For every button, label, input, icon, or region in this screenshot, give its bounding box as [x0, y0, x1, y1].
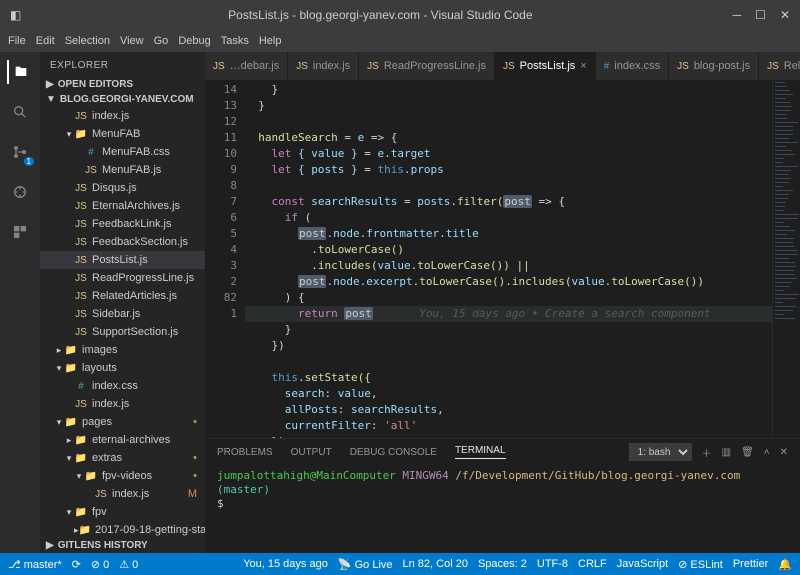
status-warnings[interactable]: ⚠ 0 — [119, 558, 138, 571]
status-branch[interactable]: ⎇ master* — [8, 558, 62, 571]
tree-item[interactable]: JSPostsList.js — [40, 251, 205, 269]
close-panel-icon[interactable]: ✕ — [780, 447, 788, 458]
menu-debug[interactable]: Debug — [178, 35, 210, 47]
maximize-icon[interactable]: ☐ — [755, 8, 766, 22]
tree-item[interactable]: JSSupportSection.js — [40, 323, 205, 341]
maximize-panel-icon[interactable]: ˄ — [764, 447, 770, 458]
menu-tasks[interactable]: Tasks — [221, 35, 249, 47]
tree-item[interactable]: JSFeedbackLink.js — [40, 215, 205, 233]
menu-go[interactable]: Go — [154, 35, 169, 47]
terminal[interactable]: jumpalottahigh@MainComputer MINGW64 /f/D… — [205, 465, 800, 553]
tree-item[interactable]: JSSidebar.js — [40, 305, 205, 323]
tree-item[interactable]: JSFeedbackSection.js — [40, 233, 205, 251]
tree-item[interactable]: ▸📁images — [40, 341, 205, 359]
new-terminal-icon[interactable]: ＋ — [702, 445, 712, 460]
status-indent[interactable]: Spaces: 2 — [478, 558, 527, 571]
menu-edit[interactable]: Edit — [36, 35, 55, 47]
status-sync[interactable]: ⟳ — [72, 558, 81, 571]
sidebar: EXPLORER ▶OPEN EDITORS ▼BLOG.GEORGI-YANE… — [40, 52, 205, 553]
tree-item[interactable]: ▾📁extras• — [40, 449, 205, 467]
editor-tab[interactable]: JSReadProgressLine.js — [359, 52, 495, 80]
menu-view[interactable]: View — [120, 35, 144, 47]
titlebar: ◧ PostsList.js - blog.georgi-yanev.com -… — [0, 0, 800, 30]
status-golive[interactable]: 📡 Go Live — [338, 558, 393, 571]
panel: PROBLEMS OUTPUT DEBUG CONSOLE TERMINAL 1: b… — [205, 438, 800, 553]
code-content[interactable]: } } handleSearch = e => { let { value } … — [245, 80, 772, 438]
tree-item[interactable]: JSindex.js — [40, 107, 205, 125]
section-gitlens[interactable]: ▶GITLENS HISTORY — [40, 538, 205, 553]
editor-area: JS…debar.jsJSindex.jsJSReadProgressLine.… — [205, 52, 800, 553]
editor-tabs: JS…debar.jsJSindex.jsJSReadProgressLine.… — [205, 52, 800, 80]
tree-item[interactable]: ▾📁pages• — [40, 413, 205, 431]
menu-help[interactable]: Help — [259, 35, 282, 47]
tree-item[interactable]: ▾📁MenuFAB — [40, 125, 205, 143]
editor-tab[interactable]: JS…debar.js — [205, 52, 288, 80]
editor-tab[interactable]: JSblog-post.js — [669, 52, 759, 80]
line-gutter: 141312111098765432821 — [205, 80, 245, 438]
tree-item[interactable]: JSindex.js — [40, 395, 205, 413]
split-terminal-icon[interactable]: ▥ — [722, 447, 731, 458]
window-title: PostsList.js - blog.georgi-yanev.com - V… — [28, 8, 733, 22]
extensions-icon[interactable] — [8, 220, 32, 244]
status-errors[interactable]: ⊘ 0 — [91, 558, 109, 571]
panel-tab-debug-console[interactable]: DEBUG CONSOLE — [350, 447, 437, 458]
tree-item[interactable]: ▾📁fpv-videos• — [40, 467, 205, 485]
status-language[interactable]: JavaScript — [617, 558, 668, 571]
tree-item[interactable]: ▾📁fpv — [40, 503, 205, 521]
menu-selection[interactable]: Selection — [65, 35, 110, 47]
status-eslint[interactable]: ⊘ ESLint — [678, 558, 723, 571]
panel-tab-problems[interactable]: PROBLEMS — [217, 447, 273, 458]
file-tree: JSindex.js▾📁MenuFAB#MenuFAB.cssJSMenuFAB… — [40, 107, 205, 538]
tree-item[interactable]: JSindex.jsM — [40, 485, 205, 503]
menubar: File Edit Selection View Go Debug Tasks Help — [0, 30, 800, 52]
menu-file[interactable]: File — [8, 35, 26, 47]
status-eol[interactable]: CRLF — [578, 558, 607, 571]
tree-item[interactable]: JSMenuFAB.js — [40, 161, 205, 179]
scm-icon[interactable]: 1 — [8, 140, 32, 164]
tree-item[interactable]: JSDisqus.js — [40, 179, 205, 197]
vscode-logo-icon: ◧ — [10, 8, 28, 22]
tab-close-icon[interactable]: × — [580, 60, 586, 72]
sidebar-title: EXPLORER — [40, 52, 205, 77]
tree-item[interactable]: ▾📁layouts — [40, 359, 205, 377]
tree-item[interactable]: ▸📁2017-09-18-getting-started-… — [40, 521, 205, 538]
status-bar: ⎇ master* ⟳ ⊘ 0 ⚠ 0 You, 15 days ago 📡 G… — [0, 553, 800, 575]
panel-tab-terminal[interactable]: TERMINAL — [455, 445, 506, 459]
panel-tab-output[interactable]: OUTPUT — [291, 447, 332, 458]
terminal-select[interactable]: 1: bash — [629, 443, 692, 461]
editor-tab[interactable]: #index.css — [596, 52, 669, 80]
minimize-icon[interactable]: ─ — [733, 8, 742, 22]
tree-item[interactable]: #index.css — [40, 377, 205, 395]
section-project[interactable]: ▼BLOG.GEORGI-YANEV.COM — [40, 92, 205, 107]
editor-tab[interactable]: JSRelat… — [759, 52, 800, 80]
tree-item[interactable]: JSRelatedArticles.js — [40, 287, 205, 305]
search-icon[interactable] — [8, 100, 32, 124]
panel-tabs: PROBLEMS OUTPUT DEBUG CONSOLE TERMINAL 1: b… — [205, 439, 800, 465]
section-open-editors[interactable]: ▶OPEN EDITORS — [40, 77, 205, 92]
editor-body[interactable]: 141312111098765432821 } } handleSearch =… — [205, 80, 800, 438]
tree-item[interactable]: JSReadProgressLine.js — [40, 269, 205, 287]
tree-item[interactable]: ▸📁eternal-archives — [40, 431, 205, 449]
tree-item[interactable]: #MenuFAB.css — [40, 143, 205, 161]
status-blame[interactable]: You, 15 days ago — [243, 558, 328, 571]
close-icon[interactable]: ✕ — [780, 8, 790, 22]
editor-tab[interactable]: JSPostsList.js× — [495, 52, 596, 80]
debug-icon[interactable] — [8, 180, 32, 204]
activity-bar: 1 — [0, 52, 40, 553]
minimap[interactable] — [772, 80, 800, 438]
kill-terminal-icon[interactable]: 🗑 — [741, 447, 754, 458]
tree-item[interactable]: JSEternalArchives.js — [40, 197, 205, 215]
editor-tab[interactable]: JSindex.js — [288, 52, 359, 80]
status-encoding[interactable]: UTF-8 — [537, 558, 568, 571]
explorer-icon[interactable] — [7, 60, 31, 84]
status-position[interactable]: Ln 82, Col 20 — [403, 558, 468, 571]
status-bell-icon[interactable]: 🔔 — [778, 558, 792, 571]
status-prettier[interactable]: Prettier — [733, 558, 768, 571]
